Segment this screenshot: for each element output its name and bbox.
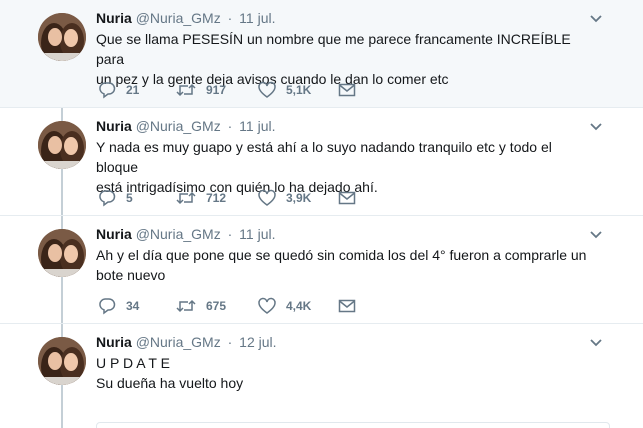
timeline: Nuria @Nuria_GMz · 11 jul. Que se llama … [0,0,643,428]
tweet-actions: 34 675 4,4K [98,296,398,316]
avatar[interactable] [38,337,86,385]
header-separator: · [227,10,233,26]
header-separator: · [227,334,233,350]
retweet-icon [176,191,196,205]
tweet[interactable]: Nuria @Nuria_GMz · 11 jul. Que se llama … [0,0,643,108]
author-handle[interactable]: @Nuria_GMz [136,334,221,350]
reply-icon [99,298,116,315]
header-separator: · [227,226,233,242]
reply-count: 34 [126,299,140,313]
retweet-icon [176,83,196,97]
direct-message-button[interactable] [338,296,366,316]
tweet-text: U P D A T E Su dueña ha vuelto hoy [96,355,244,391]
tweet-actions: 21 917 5,1K [98,80,398,100]
avatar[interactable] [38,121,86,169]
tweet-date[interactable]: 11 jul. [239,118,275,134]
tweet-header: Nuria @Nuria_GMz · 12 jul. [96,334,277,350]
tweet-date[interactable]: 12 jul. [239,334,276,350]
direct-message-button[interactable] [338,188,366,208]
envelope-icon [338,83,356,97]
reply-icon [99,190,116,207]
like-button[interactable]: 5,1K [258,80,311,100]
tweet-header: Nuria @Nuria_GMz · 11 jul. [96,118,275,134]
reply-button[interactable]: 21 [98,80,139,100]
tweet-date[interactable]: 11 jul. [239,10,275,26]
tweet-actions: 5 712 3,9K [98,188,398,208]
chevron-down-icon[interactable] [589,14,603,24]
retweet-count: 675 [206,299,227,313]
author-name[interactable]: Nuria [96,118,132,134]
media-card[interactable] [96,422,610,428]
author-name[interactable]: Nuria [96,226,132,242]
heart-icon [258,189,276,206]
reply-count: 21 [126,83,140,97]
reply-button[interactable]: 34 [98,296,139,316]
tweet[interactable]: Nuria @Nuria_GMz · 11 jul. Y nada es muy… [0,108,643,216]
author-handle[interactable]: @Nuria_GMz [136,10,221,26]
chevron-down-icon[interactable] [589,338,603,348]
author-name[interactable]: Nuria [96,10,132,26]
retweet-icon [176,299,196,313]
retweet-button[interactable]: 712 [176,188,226,208]
heart-icon [258,297,276,314]
chevron-down-icon[interactable] [589,230,603,240]
retweet-button[interactable]: 675 [176,296,226,316]
like-button[interactable]: 3,9K [258,188,311,208]
author-name[interactable]: Nuria [96,334,132,350]
header-separator: · [227,118,233,134]
author-handle[interactable]: @Nuria_GMz [136,118,221,134]
reply-button[interactable]: 5 [98,188,133,208]
reply-icon [99,82,116,99]
tweet-header: Nuria @Nuria_GMz · 11 jul. [96,10,275,26]
tweet-date[interactable]: 11 jul. [239,226,275,242]
avatar[interactable] [38,13,86,61]
author-handle[interactable]: @Nuria_GMz [136,226,221,242]
chevron-down-icon[interactable] [589,122,603,132]
tweet[interactable]: Nuria @Nuria_GMz · 12 jul. U P D A T E S… [0,324,643,428]
retweet-button[interactable]: 917 [176,80,226,100]
tweet-text: Ah y el día que pone que se quedó sin co… [96,247,587,283]
like-count: 4,4K [286,299,312,313]
reply-count: 5 [126,191,133,205]
retweet-count: 917 [206,83,227,97]
heart-icon [258,81,276,98]
like-count: 3,9K [286,191,312,205]
like-count: 5,1K [286,83,312,97]
like-button[interactable]: 4,4K [258,296,311,316]
avatar[interactable] [38,229,86,277]
tweet-header: Nuria @Nuria_GMz · 11 jul. [96,226,275,242]
direct-message-button[interactable] [338,80,366,100]
envelope-icon [338,191,356,205]
envelope-icon [338,299,356,313]
tweet[interactable]: Nuria @Nuria_GMz · 11 jul. Ah y el día q… [0,216,643,324]
retweet-count: 712 [206,191,227,205]
